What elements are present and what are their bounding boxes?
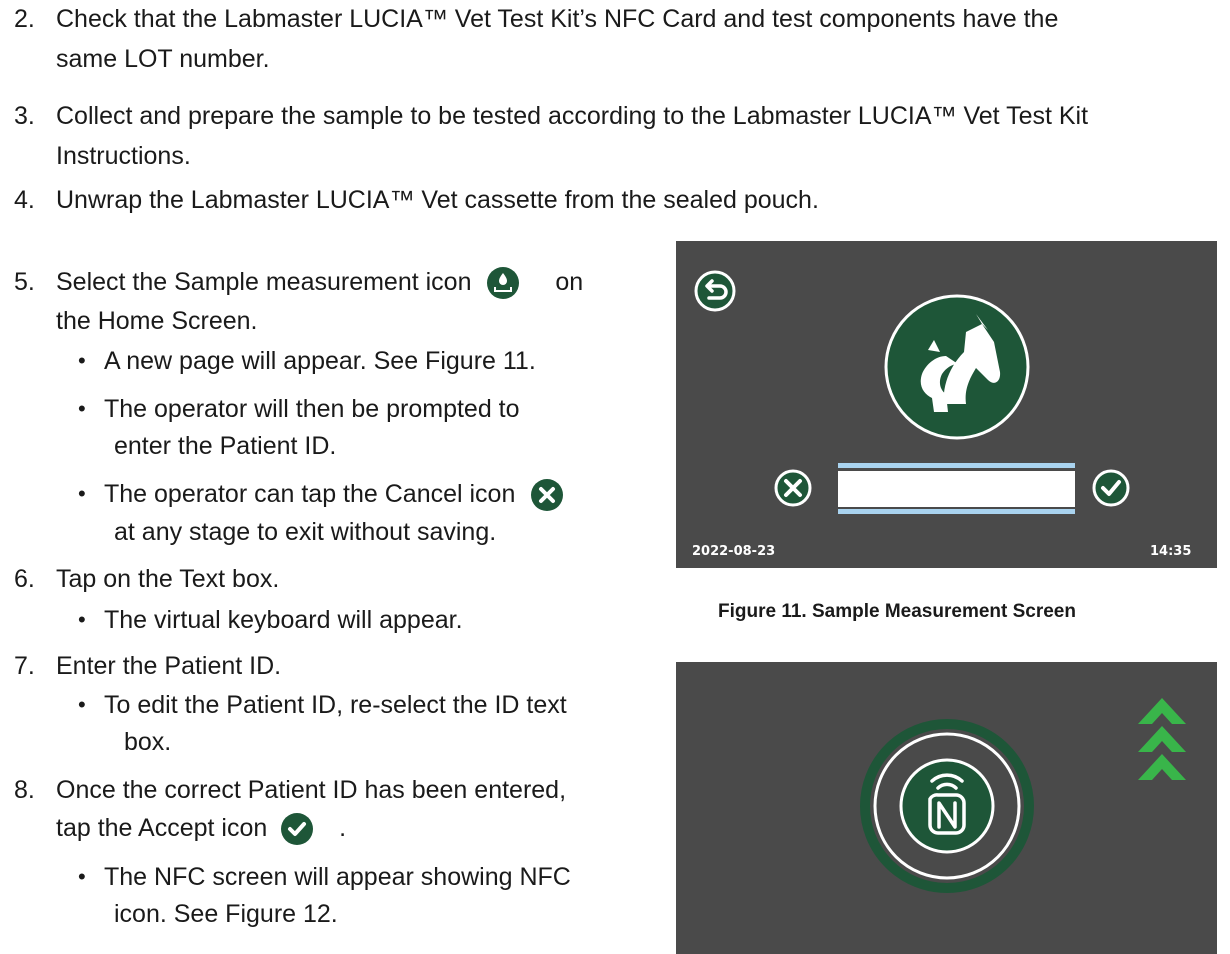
step-3-text: Collect and prepare the sample to be tes…	[56, 102, 1089, 130]
time-label: 14:35	[1150, 544, 1192, 559]
bullet-marker: •	[78, 481, 86, 506]
step-5-bullet-3-text: The operator can tap the Cancel icon	[104, 480, 516, 508]
step-5-bullet-3-cont: at any stage to exit without saving.	[114, 518, 497, 546]
sample-measurement-screen: 2022-08-23 14:35	[676, 241, 1217, 568]
step-8-text-b: .	[339, 814, 347, 842]
step-5-bullet-3: The operator can tap the Cancel icon	[104, 475, 564, 513]
step-4-text: Unwrap the Labmaster LUCIA™ Vet cassette…	[56, 186, 819, 214]
step-5-bullet-1: A new page will appear. See Figure 11.	[104, 347, 536, 375]
step-7-text: Enter the Patient ID.	[56, 652, 282, 680]
back-icon[interactable]	[693, 269, 737, 313]
sample-measurement-icon	[487, 267, 520, 300]
step-7-bullet-1-cont: box.	[124, 728, 172, 756]
step-5-text-a: Select the Sample measurement icon	[56, 268, 472, 296]
cancel-icon	[531, 479, 564, 512]
step-5-number: 5.	[14, 268, 35, 296]
step-5-bullet-2: The operator will then be prompted to	[104, 395, 520, 423]
step-8-text-cont: tap the Accept icon .	[56, 809, 346, 847]
step-4-number: 4.	[14, 186, 35, 214]
patient-id-text-box[interactable]	[838, 471, 1075, 507]
step-7-bullet-1: To edit the Patient ID, re-select the ID…	[104, 691, 567, 719]
bullet-marker: •	[78, 396, 86, 421]
bullet-marker: •	[78, 348, 86, 373]
step-5-text: Select the Sample measurement icon on	[56, 263, 583, 301]
bullet-marker: •	[78, 607, 86, 632]
text-box-border-bottom	[838, 509, 1075, 514]
accept-icon	[281, 813, 314, 846]
step-5-bullet-2-cont: enter the Patient ID.	[114, 432, 337, 460]
step-6-text: Tap on the Text box.	[56, 565, 280, 593]
step-3-text-cont: Instructions.	[56, 142, 191, 170]
cancel-icon[interactable]	[773, 468, 813, 508]
step-8-text: Once the correct Patient ID has been ent…	[56, 776, 567, 804]
date-label: 2022-08-23	[692, 544, 776, 559]
step-6-number: 6.	[14, 565, 35, 593]
step-7-number: 7.	[14, 652, 35, 680]
step-8-text-a: tap the Accept icon	[56, 814, 268, 842]
step-2-text: Check that the Labmaster LUCIA™ Vet Test…	[56, 5, 1059, 33]
step-5-text-cont: the Home Screen.	[56, 307, 258, 335]
step-8-number: 8.	[14, 776, 35, 804]
nfc-screen	[676, 662, 1217, 954]
step-2-text-cont: same LOT number.	[56, 45, 270, 73]
accept-icon[interactable]	[1091, 468, 1131, 508]
animal-logo-icon	[884, 294, 1030, 440]
chevron-up-icon	[1138, 698, 1186, 780]
bullet-marker: •	[78, 692, 86, 717]
step-8-bullet-1-cont: icon. See Figure 12.	[114, 900, 338, 928]
nfc-icon	[899, 758, 995, 854]
bullet-marker: •	[78, 864, 86, 889]
step-6-bullet-1: The virtual keyboard will appear.	[104, 606, 463, 634]
step-8-bullet-1: The NFC screen will appear showing NFC	[104, 863, 571, 891]
step-5-text-b: on	[555, 268, 584, 296]
step-3-number: 3.	[14, 102, 35, 130]
figure-11-caption: Figure 11. Sample Measurement Screen	[718, 601, 1076, 622]
step-2-number: 2.	[14, 5, 35, 33]
text-box-border-top	[838, 463, 1075, 468]
